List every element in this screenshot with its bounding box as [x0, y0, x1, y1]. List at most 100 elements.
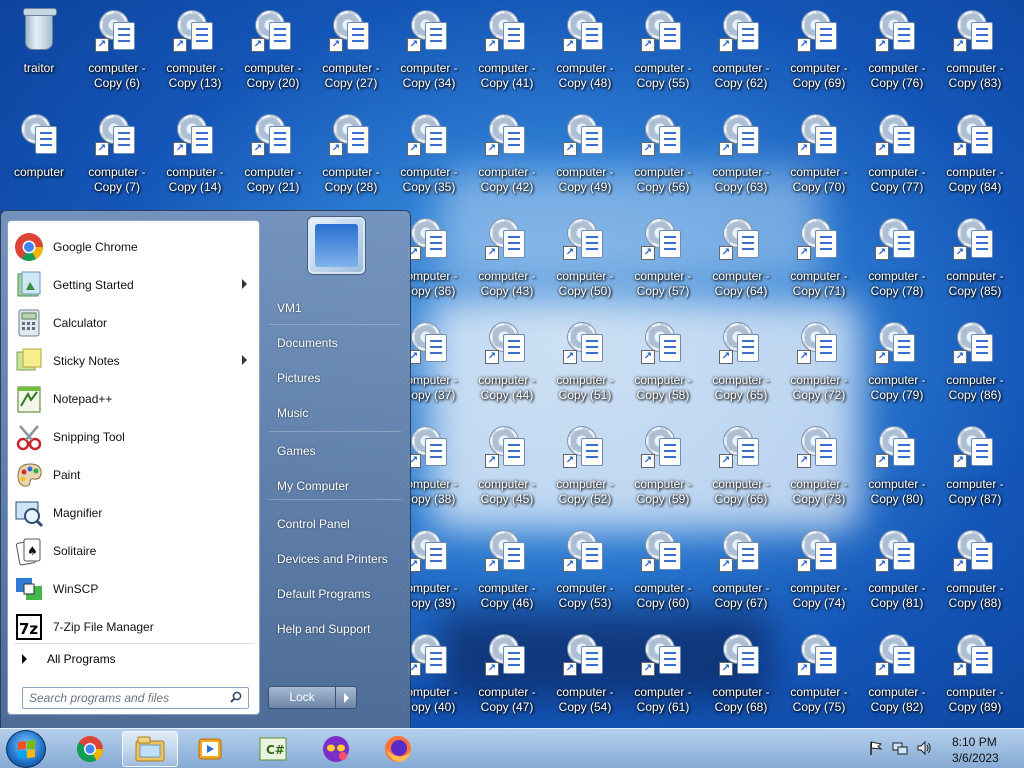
desktop-shortcut[interactable]: ↗ computer - Copy (44) [468, 318, 546, 422]
desktop-shortcut[interactable]: ↗ computer - Copy (82) [858, 630, 936, 734]
desktop-shortcut[interactable]: ↗ computer - Copy (69) [780, 6, 858, 110]
desktop-shortcut[interactable]: ↗ computer - Copy (45) [468, 422, 546, 526]
desktop-shortcut[interactable]: ↗ computer - Copy (77) [858, 110, 936, 214]
start-place-default-programs[interactable]: Default Programs [277, 587, 370, 601]
lock-button[interactable]: Lock [268, 686, 336, 709]
desktop-shortcut[interactable]: ↗ computer - Copy (56) [624, 110, 702, 214]
desktop-shortcut[interactable]: ↗ computer - Copy (88) [936, 526, 1014, 630]
desktop-shortcut[interactable]: ↗ computer - Copy (76) [858, 6, 936, 110]
start-place-vm1[interactable]: VM1 [277, 301, 302, 315]
start-item-7zip[interactable]: 7z 7-Zip File Manager [12, 609, 257, 645]
desktop-shortcut[interactable]: ↗ computer - Copy (66) [702, 422, 780, 526]
desktop-shortcut[interactable]: ↗ computer - Copy (67) [702, 526, 780, 630]
start-place-music[interactable]: Music [277, 406, 308, 420]
desktop-shortcut[interactable]: computer [0, 110, 78, 214]
clock-date[interactable]: 3/6/2023 [952, 751, 999, 765]
desktop-shortcut[interactable]: ↗ computer - Copy (62) [702, 6, 780, 110]
desktop-shortcut[interactable]: ↗ computer - Copy (60) [624, 526, 702, 630]
volume-icon[interactable] [916, 740, 932, 756]
desktop-shortcut[interactable]: ↗ computer - Copy (79) [858, 318, 936, 422]
user-picture[interactable] [308, 217, 365, 274]
desktop-shortcut[interactable]: ↗ computer - Copy (52) [546, 422, 624, 526]
desktop-shortcut[interactable]: ↗ computer - Copy (64) [702, 214, 780, 318]
start-place-pictures[interactable]: Pictures [277, 371, 320, 385]
desktop-shortcut[interactable]: ↗ computer - Copy (86) [936, 318, 1014, 422]
desktop-shortcut[interactable]: ↗ computer - Copy (6) [78, 6, 156, 110]
start-item-winscp[interactable]: WinSCP [12, 571, 257, 607]
all-programs-button[interactable]: All Programs [12, 647, 257, 671]
recycle-bin-desktop-icon[interactable]: traitor [0, 6, 78, 110]
desktop-shortcut[interactable]: ↗ computer - Copy (48) [546, 6, 624, 110]
desktop-shortcut[interactable]: ↗ computer - Copy (68) [702, 630, 780, 734]
desktop-shortcut[interactable]: ↗ computer - Copy (51) [546, 318, 624, 422]
desktop-shortcut[interactable]: ↗ computer - Copy (57) [624, 214, 702, 318]
desktop-shortcut[interactable]: ↗ computer - Copy (73) [780, 422, 858, 526]
desktop-shortcut[interactable]: ↗ computer - Copy (72) [780, 318, 858, 422]
desktop-shortcut[interactable]: ↗ computer - Copy (80) [858, 422, 936, 526]
start-button[interactable] [6, 730, 46, 768]
desktop-shortcut[interactable]: ↗ computer - Copy (89) [936, 630, 1014, 734]
start-item-sticky-notes[interactable]: Sticky Notes [12, 343, 257, 379]
start-place-control-panel[interactable]: Control Panel [277, 517, 350, 531]
desktop-shortcut[interactable]: ↗ computer - Copy (50) [546, 214, 624, 318]
start-item-chrome[interactable]: Google Chrome [12, 229, 257, 265]
start-place-help-and-support[interactable]: Help and Support [277, 622, 370, 636]
desktop-shortcut[interactable]: ↗ computer - Copy (59) [624, 422, 702, 526]
desktop-shortcut[interactable]: ↗ computer - Copy (87) [936, 422, 1014, 526]
desktop-shortcut[interactable]: ↗ computer - Copy (41) [468, 6, 546, 110]
desktop-shortcut[interactable]: ↗ computer - Copy (14) [156, 110, 234, 214]
desktop-shortcut[interactable]: ↗ computer - Copy (54) [546, 630, 624, 734]
desktop-shortcut[interactable]: ↗ computer - Copy (13) [156, 6, 234, 110]
start-item-solitaire[interactable]: ♠ Solitaire [12, 533, 257, 569]
start-item-getting-started[interactable]: Getting Started [12, 267, 257, 303]
desktop-shortcut[interactable]: ↗ computer - Copy (21) [234, 110, 312, 214]
desktop-shortcut[interactable]: ↗ computer - Copy (70) [780, 110, 858, 214]
desktop-shortcut[interactable]: ↗ computer - Copy (75) [780, 630, 858, 734]
shutdown-options-button[interactable] [335, 686, 357, 709]
desktop-shortcut[interactable]: ↗ computer - Copy (53) [546, 526, 624, 630]
taskbar-csharp-button[interactable]: C# [245, 731, 301, 767]
desktop-shortcut[interactable]: ↗ computer - Copy (46) [468, 526, 546, 630]
desktop-shortcut[interactable]: ↗ computer - Copy (58) [624, 318, 702, 422]
desktop-shortcut[interactable]: ↗ computer - Copy (71) [780, 214, 858, 318]
desktop-shortcut[interactable]: ↗ computer - Copy (83) [936, 6, 1014, 110]
submenu-arrow-icon[interactable] [242, 279, 247, 289]
start-item-calculator[interactable]: Calculator [12, 305, 257, 341]
action-center-flag-icon[interactable] [868, 740, 884, 756]
desktop-shortcut[interactable]: ↗ computer - Copy (55) [624, 6, 702, 110]
desktop-shortcut[interactable]: ↗ computer - Copy (65) [702, 318, 780, 422]
submenu-arrow-icon[interactable] [242, 355, 247, 365]
start-item-snipping-tool[interactable]: Snipping Tool [12, 419, 257, 455]
start-place-my-computer[interactable]: My Computer [277, 479, 349, 493]
search-input[interactable] [29, 691, 219, 705]
desktop-shortcut[interactable]: ↗ computer - Copy (42) [468, 110, 546, 214]
start-item-paint[interactable]: Paint [12, 457, 257, 493]
desktop-shortcut[interactable]: ↗ computer - Copy (63) [702, 110, 780, 214]
start-place-documents[interactable]: Documents [277, 336, 338, 350]
desktop-shortcut[interactable]: ↗ computer - Copy (61) [624, 630, 702, 734]
desktop-shortcut[interactable]: ↗ computer - Copy (78) [858, 214, 936, 318]
taskbar-media-player-button[interactable] [182, 731, 238, 767]
desktop-shortcut[interactable]: ↗ computer - Copy (7) [78, 110, 156, 214]
desktop-shortcut[interactable]: ↗ computer - Copy (34) [390, 6, 468, 110]
desktop-shortcut[interactable]: ↗ computer - Copy (84) [936, 110, 1014, 214]
desktop-shortcut[interactable]: ↗ computer - Copy (81) [858, 526, 936, 630]
clock-time[interactable]: 8:10 PM [952, 735, 997, 749]
taskbar-privacy-app-button[interactable] [308, 731, 364, 767]
desktop-shortcut[interactable]: ↗ computer - Copy (27) [312, 6, 390, 110]
desktop-shortcut[interactable]: ↗ computer - Copy (47) [468, 630, 546, 734]
desktop-shortcut[interactable]: ↗ computer - Copy (49) [546, 110, 624, 214]
taskbar-chrome-button[interactable] [62, 731, 118, 767]
taskbar-explorer-button[interactable] [122, 731, 178, 767]
start-search-box[interactable] [22, 687, 249, 709]
desktop-shortcut[interactable]: ↗ computer - Copy (28) [312, 110, 390, 214]
desktop-shortcut[interactable]: ↗ computer - Copy (85) [936, 214, 1014, 318]
taskbar-firefox-button[interactable] [370, 731, 426, 767]
network-icon[interactable] [892, 740, 908, 756]
desktop-shortcut[interactable]: ↗ computer - Copy (43) [468, 214, 546, 318]
start-item-notepadpp[interactable]: Notepad++ [12, 381, 257, 417]
start-item-magnifier[interactable]: Magnifier [12, 495, 257, 531]
start-place-games[interactable]: Games [277, 444, 316, 458]
start-place-devices-and-printers[interactable]: Devices and Printers [277, 552, 388, 566]
desktop-shortcut[interactable]: ↗ computer - Copy (74) [780, 526, 858, 630]
